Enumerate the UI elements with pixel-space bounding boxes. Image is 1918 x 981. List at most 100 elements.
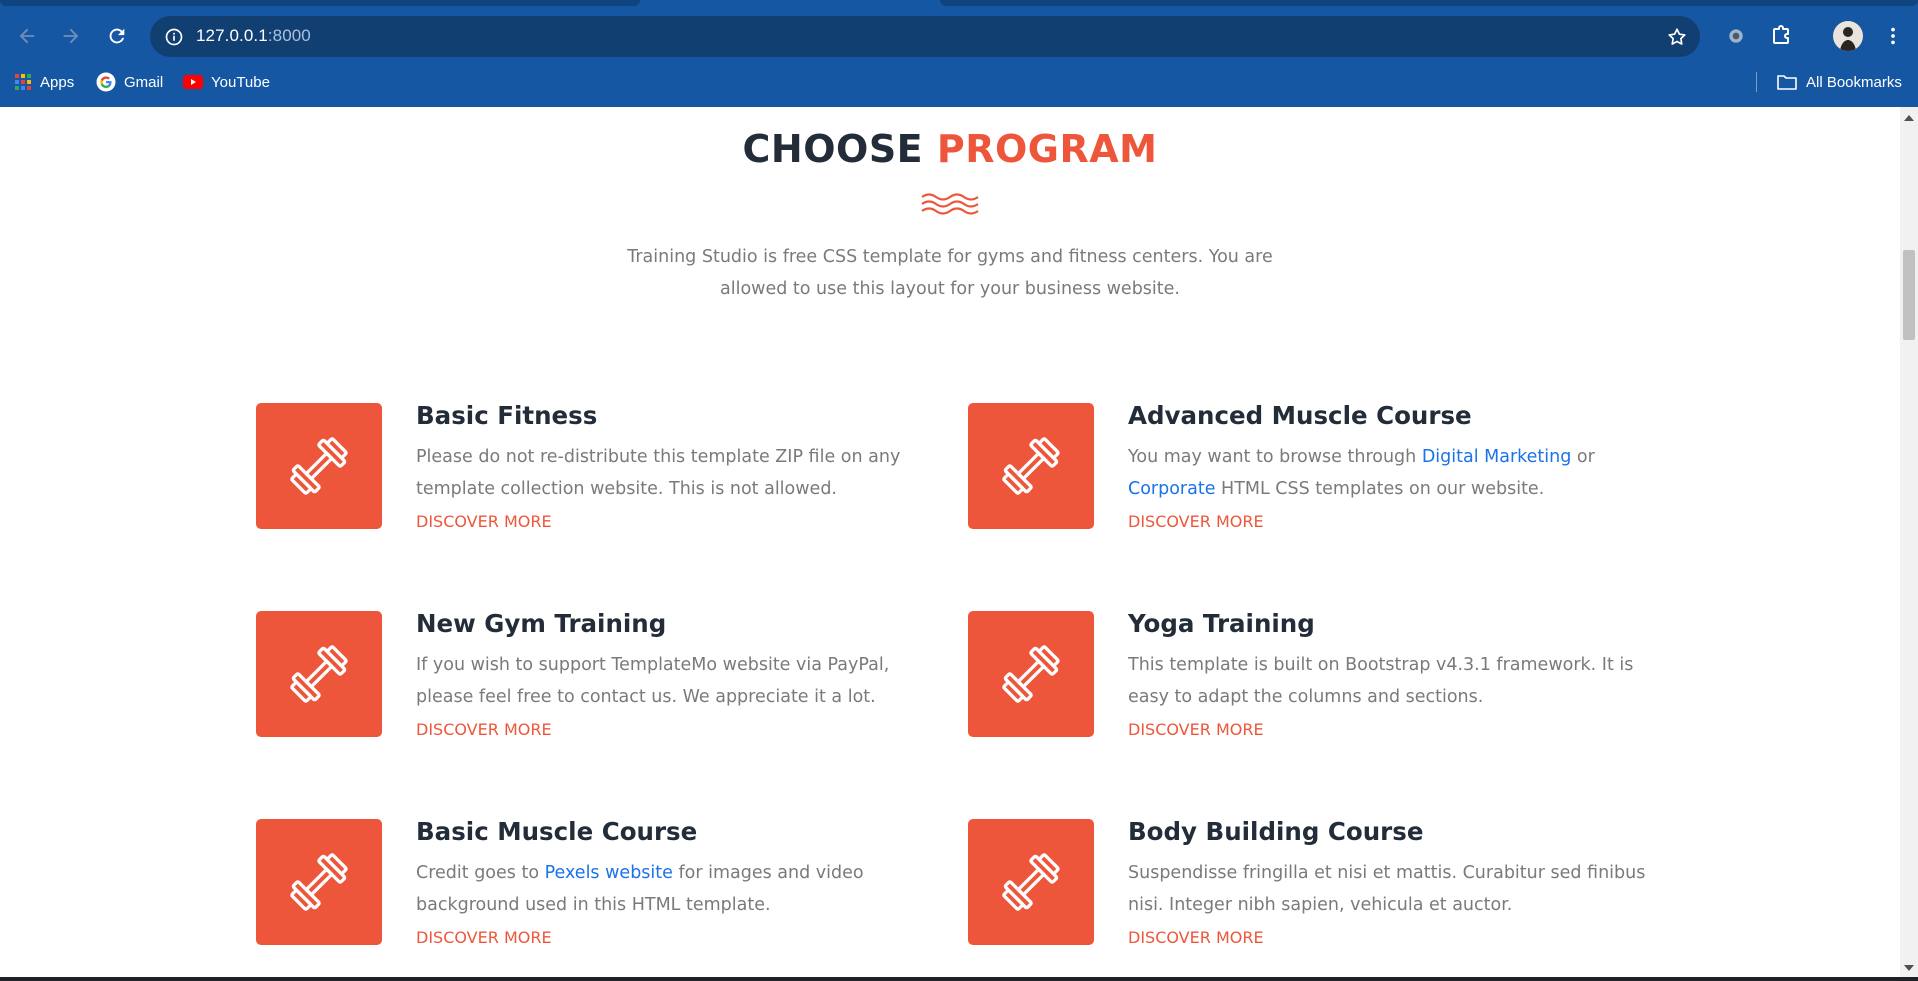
program-title: Body Building Course xyxy=(1128,817,1424,846)
back-button[interactable] xyxy=(9,18,45,54)
dumbbell-icon xyxy=(290,437,348,495)
dumbbell-icon xyxy=(1002,853,1060,911)
bookmark-youtube[interactable]: YouTube xyxy=(183,70,270,94)
pexels-website-link[interactable]: Pexels website xyxy=(545,863,673,883)
apps-grid-icon xyxy=(15,74,31,90)
program-icon-box xyxy=(968,819,1094,945)
digital-marketing-link[interactable]: Digital Marketing xyxy=(1422,447,1572,467)
program-desc-line-2: Corporate HTML CSS templates on our webs… xyxy=(1128,473,1688,505)
program-description: This template is built on Bootstrap v4.3… xyxy=(1128,649,1688,713)
program-desc-line-1: You may want to browse through Digital M… xyxy=(1128,441,1688,473)
vertical-scrollbar[interactable] xyxy=(1900,107,1918,977)
program-desc-line-1: Suspendisse fringilla et nisi et mattis.… xyxy=(1128,863,1646,883)
reload-icon xyxy=(109,28,125,44)
program-icon-box xyxy=(968,611,1094,737)
dumbbell-icon xyxy=(290,853,348,911)
google-g-icon xyxy=(96,72,116,92)
tab-strip-left xyxy=(0,0,640,6)
desc-text: Credit goes to xyxy=(416,863,545,883)
scroll-down-arrow-icon[interactable] xyxy=(1904,965,1914,971)
url-port: :8000 xyxy=(267,26,311,45)
bookmark-apps-label: Apps xyxy=(40,73,75,91)
program-desc-line-2: background used in this HTML template. xyxy=(416,895,771,915)
program-icon-box xyxy=(968,403,1094,529)
intro-line-2: allowed to use this layout for your busi… xyxy=(720,279,1180,299)
program-item-advanced-muscle: Advanced Muscle Course You may want to b… xyxy=(968,401,1688,553)
program-description: Please do not re-distribute this templat… xyxy=(416,441,976,505)
window-bottom-edge xyxy=(0,977,1918,981)
page-viewport: CHOOSE PROGRAM Training Studio is free C… xyxy=(0,107,1900,977)
discover-more-link[interactable]: DISCOVER MORE xyxy=(1128,928,1264,947)
reload-button[interactable] xyxy=(99,18,135,54)
program-title: Advanced Muscle Course xyxy=(1128,401,1472,430)
all-bookmarks-button[interactable]: All Bookmarks xyxy=(1776,70,1902,94)
browser-menu-icon[interactable] xyxy=(1877,20,1909,52)
corporate-link[interactable]: Corporate xyxy=(1128,479,1215,499)
url-host: 127.0.0.1 xyxy=(196,26,268,45)
desc-text: HTML CSS templates on our website. xyxy=(1215,479,1545,499)
program-description: Credit goes to Pexels website for images… xyxy=(416,857,976,921)
program-desc-line-1: This template is built on Bootstrap v4.3… xyxy=(1128,655,1634,675)
dumbbell-icon xyxy=(290,645,348,703)
section-heading: CHOOSE PROGRAM xyxy=(0,127,1900,171)
bookmarks-bar: Apps Gmail YouTube All Bookmarks xyxy=(0,64,1918,100)
intro-line-1: Training Studio is free CSS template for… xyxy=(627,247,1273,267)
discover-more-link[interactable]: DISCOVER MORE xyxy=(1128,720,1264,739)
program-description: You may want to browse through Digital M… xyxy=(1128,441,1688,505)
discover-more-link[interactable]: DISCOVER MORE xyxy=(416,720,552,739)
bookmark-gmail-label: Gmail xyxy=(124,73,164,91)
program-item-new-gym-training: New Gym Training If you wish to support … xyxy=(256,609,976,761)
program-desc-line-2: template collection website. This is not… xyxy=(416,479,837,499)
heading-program: PROGRAM xyxy=(936,127,1158,171)
extension-icon[interactable] xyxy=(1720,20,1752,52)
extensions-puzzle-icon[interactable] xyxy=(1765,20,1797,52)
bookmarks-separator xyxy=(1756,72,1757,92)
address-bar[interactable]: 127.0.0.1:8000 xyxy=(150,16,1700,57)
desc-text: or xyxy=(1571,447,1595,467)
program-desc-line-2: please feel free to contact us. We appre… xyxy=(416,687,876,707)
forward-button[interactable] xyxy=(53,18,89,54)
tab-strip-right xyxy=(940,0,1918,6)
program-desc-line-1: If you wish to support TemplateMo websit… xyxy=(416,655,890,675)
program-description: If you wish to support TemplateMo websit… xyxy=(416,649,976,713)
bookmark-gmail[interactable]: Gmail xyxy=(96,70,163,94)
site-info-icon[interactable] xyxy=(160,23,188,51)
program-desc-line-2: easy to adapt the columns and sections. xyxy=(1128,687,1484,707)
dumbbell-icon xyxy=(1002,437,1060,495)
arrow-right-icon xyxy=(63,28,79,44)
bookmark-apps[interactable]: Apps xyxy=(14,70,74,94)
program-desc-line-1: Please do not re-distribute this templat… xyxy=(416,447,901,467)
discover-more-link[interactable]: DISCOVER MORE xyxy=(416,512,552,531)
program-item-yoga-training: Yoga Training This template is built on … xyxy=(968,609,1688,761)
program-title: New Gym Training xyxy=(416,609,667,638)
desc-text: for images and video xyxy=(672,863,864,883)
url-text: 127.0.0.1:8000 xyxy=(196,26,311,46)
program-icon-box xyxy=(256,611,382,737)
browser-chrome: 127.0.0.1:8000 Apps Gmail YouTube All Bo… xyxy=(0,0,1918,107)
arrow-left-icon xyxy=(19,28,35,44)
bookmark-star-icon[interactable] xyxy=(1664,24,1690,50)
profile-avatar[interactable] xyxy=(1833,21,1863,51)
bookmark-youtube-label: YouTube xyxy=(211,73,270,91)
folder-icon xyxy=(1777,75,1797,90)
discover-more-link[interactable]: DISCOVER MORE xyxy=(416,928,552,947)
program-title: Basic Muscle Course xyxy=(416,817,698,846)
program-icon-box xyxy=(256,819,382,945)
browser-toolbar: 127.0.0.1:8000 xyxy=(0,14,1918,58)
program-icon-box xyxy=(256,403,382,529)
discover-more-link[interactable]: DISCOVER MORE xyxy=(1128,512,1264,531)
program-desc-line-1: Credit goes to Pexels website for images… xyxy=(416,857,976,889)
program-item-basic-muscle: Basic Muscle Course Credit goes to Pexel… xyxy=(256,817,976,969)
desc-text: You may want to browse through xyxy=(1128,447,1422,467)
wave-divider-icon xyxy=(921,193,979,215)
dumbbell-icon xyxy=(1002,645,1060,703)
program-desc-line-2: nisi. Integer nibh sapien, vehicula et a… xyxy=(1128,895,1513,915)
section-intro: Training Studio is free CSS template for… xyxy=(600,241,1300,305)
heading-choose: CHOOSE xyxy=(742,127,924,171)
youtube-icon xyxy=(183,75,203,89)
scrollbar-thumb[interactable] xyxy=(1903,250,1915,340)
program-item-basic-fitness: Basic Fitness Please do not re-distribut… xyxy=(256,401,976,553)
program-title: Yoga Training xyxy=(1128,609,1315,638)
scroll-up-arrow-icon[interactable] xyxy=(1904,115,1914,121)
program-item-body-building: Body Building Course Suspendisse fringil… xyxy=(968,817,1688,969)
